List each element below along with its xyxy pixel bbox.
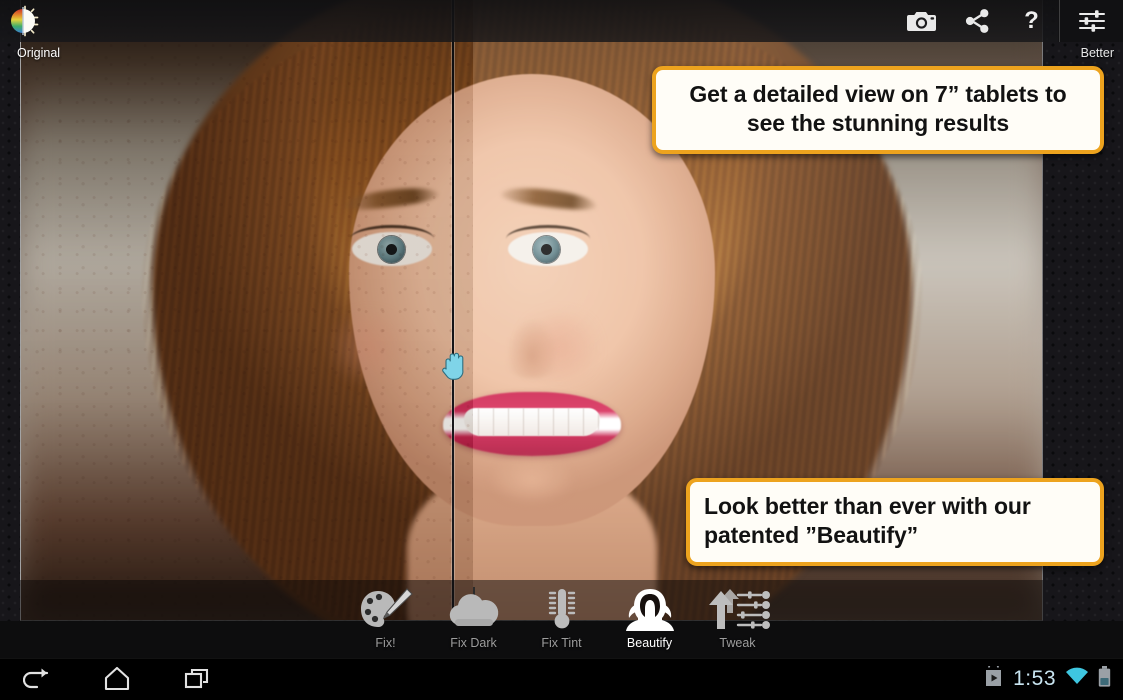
tool-fix-tint[interactable]: Fix Tint: [518, 580, 606, 658]
callout-beautify: Look better than ever with our patented …: [686, 478, 1104, 567]
tool-label: Beautify: [626, 636, 673, 650]
top-bar-actions: ?: [894, 0, 1123, 42]
callout-detailed-view: Get a detailed view on 7” tablets to see…: [652, 66, 1104, 155]
home-button[interactable]: [94, 658, 140, 700]
label-original: Original: [17, 46, 61, 60]
play-store-icon[interactable]: [983, 661, 1004, 693]
nav-buttons: [14, 658, 220, 700]
status-clock: 1:53: [1013, 667, 1056, 690]
sliders-arrows-icon: [705, 586, 771, 634]
tool-label: Fix Tint: [541, 636, 582, 650]
editing-toolbar: Fix! Fix Dark Fix Tint Beautify Tweak: [0, 580, 1123, 658]
compare-split-line[interactable]: [452, 0, 454, 621]
battery-icon[interactable]: [1098, 666, 1111, 692]
help-glyph: ?: [1024, 7, 1039, 34]
wifi-icon[interactable]: [1065, 667, 1089, 691]
back-button[interactable]: [14, 658, 60, 700]
tool-fix-dark[interactable]: Fix Dark: [430, 580, 518, 658]
photo-enhance-app-icon[interactable]: [8, 4, 42, 38]
status-tray: 1:53: [983, 658, 1111, 700]
cloud-icon: [444, 586, 504, 634]
palette-brush-icon: [358, 586, 414, 634]
android-navigation-bar: 1:53: [0, 658, 1123, 700]
hand-drag-icon[interactable]: [440, 348, 469, 382]
screen: ? Original Better Get a detailed view on…: [0, 0, 1123, 700]
recents-button[interactable]: [174, 658, 220, 700]
tool-label: Fix Dark: [450, 636, 497, 650]
thermometer-icon: [542, 586, 582, 634]
tool-tweak[interactable]: Tweak: [694, 580, 782, 658]
top-action-bar: ?: [0, 0, 1123, 42]
tool-beautify[interactable]: Beautify: [606, 580, 694, 658]
tool-fix[interactable]: Fix!: [342, 580, 430, 658]
tool-label: Tweak: [719, 636, 756, 650]
woman-portrait-icon: [622, 586, 678, 634]
tweak-sliders-icon[interactable]: [1059, 0, 1123, 42]
help-icon[interactable]: ?: [1004, 0, 1059, 42]
label-better: Better: [1080, 46, 1114, 60]
share-icon[interactable]: [949, 0, 1004, 42]
tool-label: Fix!: [375, 636, 396, 650]
original-half-texture: [21, 0, 473, 620]
camera-icon[interactable]: [894, 0, 949, 42]
